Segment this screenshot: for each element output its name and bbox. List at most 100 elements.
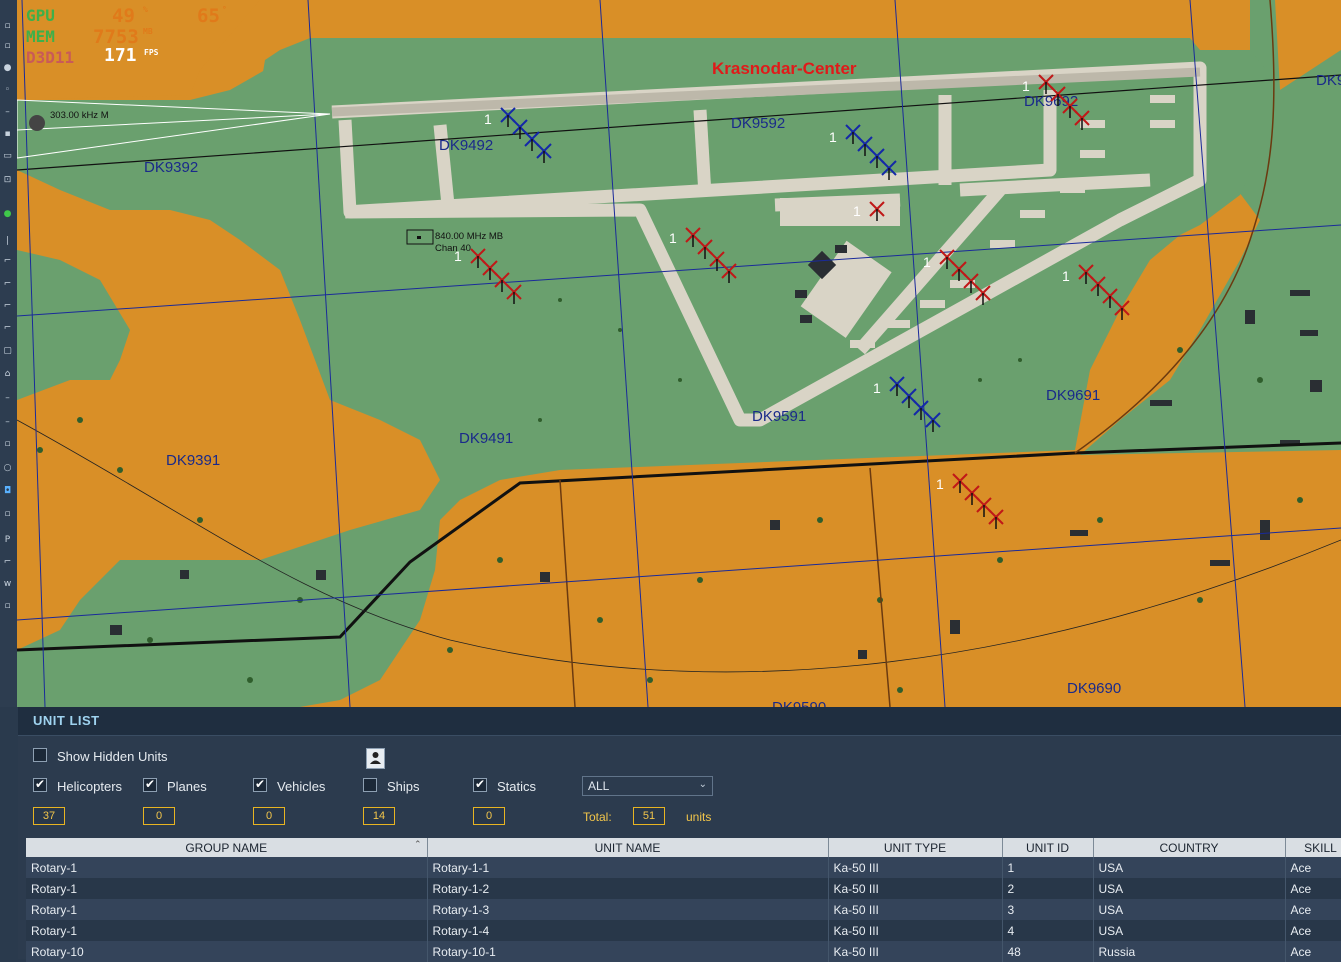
vehicles-count: 0 — [253, 807, 285, 825]
toolbar-button[interactable]: ◦ — [1, 84, 14, 97]
toolbar-button[interactable]: ⌐ — [1, 255, 14, 268]
grid-label: DK9592 — [731, 115, 785, 132]
ndb-label: 303.00 kHz M — [50, 110, 109, 121]
group-name-cell: Rotary-1 — [26, 857, 428, 878]
toolbar-button[interactable]: ∣ — [1, 235, 14, 248]
mem-label: MEM — [26, 27, 55, 46]
toolbar-button[interactable]: ▫ — [1, 40, 14, 53]
toolbar-button[interactable]: w — [1, 578, 14, 591]
coalition-select[interactable]: ALL ⌄ — [582, 776, 713, 796]
map-toolbar: ▫ ▫ ● ◦ – ▪ ▭ ⊡ ● ∣ ⌐ ⌐ ⌐ ⌐ ▢ ⌂ – – ▫ ○ … — [0, 0, 17, 707]
skill-cell: Ace — [1285, 878, 1341, 899]
gpu-temperature-unit: ° — [222, 5, 227, 14]
statics-checkbox[interactable] — [473, 777, 487, 792]
show-hidden-label: Show Hidden Units — [57, 749, 168, 764]
column-header-unit-id[interactable]: UNIT ID — [1002, 838, 1094, 857]
toolbar-button[interactable]: ▫ — [1, 508, 14, 521]
unit-group-count: 1 — [936, 476, 944, 492]
column-header-unit-name[interactable]: UNIT NAME — [427, 838, 829, 857]
grid-label: DK9690 — [1067, 680, 1121, 697]
helicopters-count: 37 — [33, 807, 65, 825]
tacan-dot — [417, 236, 421, 239]
grid-label: DK9 — [1316, 72, 1341, 89]
toolbar-button[interactable]: ● — [1, 208, 14, 221]
grid-label: DK9391 — [166, 452, 220, 469]
tacan-channel: Chan 40 — [435, 243, 471, 254]
toolbar-button[interactable]: – — [1, 392, 14, 405]
fps-label: FPS — [144, 48, 159, 57]
toolbar-button[interactable]: ⌐ — [1, 278, 14, 291]
grid-label: DK9590 — [772, 699, 826, 707]
toolbar-button[interactable]: ▫ — [1, 20, 14, 33]
table-row[interactable]: Rotary-1 Rotary-1-4 Ka-50 III 4 USA Ace — [26, 920, 1341, 941]
toolbar-button[interactable]: ○ — [1, 462, 14, 475]
toolbar-button[interactable]: ▪ — [1, 128, 14, 141]
column-header-label: GROUP NAME — [185, 840, 268, 855]
toolbar-button[interactable]: ⌐ — [1, 300, 14, 313]
vehicles-checkbox[interactable] — [253, 777, 267, 792]
unit-name-cell: Rotary-1-1 — [427, 857, 829, 878]
toolbar-button[interactable]: ▭ — [1, 150, 14, 163]
planes-count: 0 — [143, 807, 175, 825]
unit-type-cell: Ka-50 III — [828, 920, 1003, 941]
helicopters-checkbox[interactable] — [33, 777, 47, 792]
unit-type-cell: Ka-50 III — [828, 878, 1003, 899]
sort-ascending-icon: ⌃ — [413, 839, 422, 849]
toolbar-button[interactable]: P — [1, 534, 14, 547]
column-header-country[interactable]: COUNTRY — [1093, 838, 1286, 857]
unit-group-count: 1 — [853, 203, 861, 219]
unit-id-cell: 3 — [1002, 899, 1094, 920]
show-hidden-checkbox[interactable] — [33, 748, 47, 762]
column-header-group-name[interactable]: GROUP NAME ⌃ — [26, 838, 428, 857]
units-label: units — [686, 810, 712, 824]
gpu-temperature: 65 — [197, 5, 220, 27]
toolbar-button[interactable]: ▢ — [1, 345, 14, 358]
unit-type-cell: Ka-50 III — [828, 857, 1003, 878]
planes-checkbox[interactable] — [143, 777, 157, 792]
column-header-skill[interactable]: SKILL — [1285, 838, 1341, 857]
chevron-down-icon: ⌄ — [698, 779, 707, 790]
airport-label[interactable]: Krasnodar-Center — [712, 59, 857, 78]
mem-unit: MB — [143, 27, 153, 36]
toolbar-button[interactable]: ● — [1, 62, 14, 75]
table-row[interactable]: Rotary-1 Rotary-1-2 Ka-50 III 2 USA Ace — [26, 878, 1341, 899]
toolbar-button[interactable]: ⊡ — [1, 174, 14, 187]
vehicles-label: Vehicles — [277, 779, 326, 794]
unit-group-count: 1 — [669, 230, 677, 246]
table-row[interactable]: Rotary-1 Rotary-1-3 Ka-50 III 3 USA Ace — [26, 899, 1341, 920]
toolbar-button[interactable]: ⌂ — [1, 368, 14, 381]
ships-label: Ships — [387, 779, 420, 794]
map-canvas[interactable]: 303.00 kHz M 840.00 MHz MB Chan 40 Krasn… — [0, 0, 1341, 707]
toolbar-button[interactable]: ⌐ — [1, 322, 14, 335]
toolbar-button[interactable]: ⌐ — [1, 556, 14, 569]
group-name-cell: Rotary-1 — [26, 878, 428, 899]
toolbar-button[interactable]: ▫ — [1, 438, 14, 451]
unit-group-count: 1 — [454, 248, 462, 264]
column-header-unit-type[interactable]: UNIT TYPE — [828, 838, 1003, 857]
statics-count: 0 — [473, 807, 505, 825]
ships-checkbox[interactable] — [363, 778, 377, 792]
table-row[interactable]: Rotary-1 Rotary-1-1 Ka-50 III 1 USA Ace — [26, 857, 1341, 878]
toolbar-button[interactable]: ◘ — [1, 485, 14, 498]
unit-type-cell: Ka-50 III — [828, 899, 1003, 920]
coalition-select-value: ALL — [588, 779, 610, 793]
grid-label: DK9591 — [752, 408, 806, 425]
skill-cell: Ace — [1285, 920, 1341, 941]
toolbar-button[interactable]: – — [1, 106, 14, 119]
toolbar-button[interactable]: ▫ — [1, 600, 14, 613]
player-filter-button[interactable] — [366, 748, 385, 769]
grid-label: DK9691 — [1046, 387, 1100, 404]
unit-name-cell: Rotary-1-2 — [427, 878, 829, 899]
planes-label: Planes — [167, 779, 207, 794]
ndb-icon[interactable] — [29, 115, 45, 131]
statics-label: Statics — [497, 779, 537, 794]
gpu-percent-unit: % — [143, 5, 148, 14]
unit-group-count: 1 — [1022, 78, 1030, 94]
mission-map[interactable]: 303.00 kHz M 840.00 MHz MB Chan 40 Krasn… — [0, 0, 1341, 707]
unit-group-count: 1 — [829, 129, 837, 145]
toolbar-button[interactable]: – — [1, 416, 14, 429]
graphics-api-label: D3D11 — [26, 48, 75, 67]
table-header-row: GROUP NAME ⌃ UNIT NAME UNIT TYPE UNIT ID … — [26, 838, 1341, 857]
unit-id-cell: 4 — [1002, 920, 1094, 941]
skill-cell: Ace — [1285, 857, 1341, 878]
